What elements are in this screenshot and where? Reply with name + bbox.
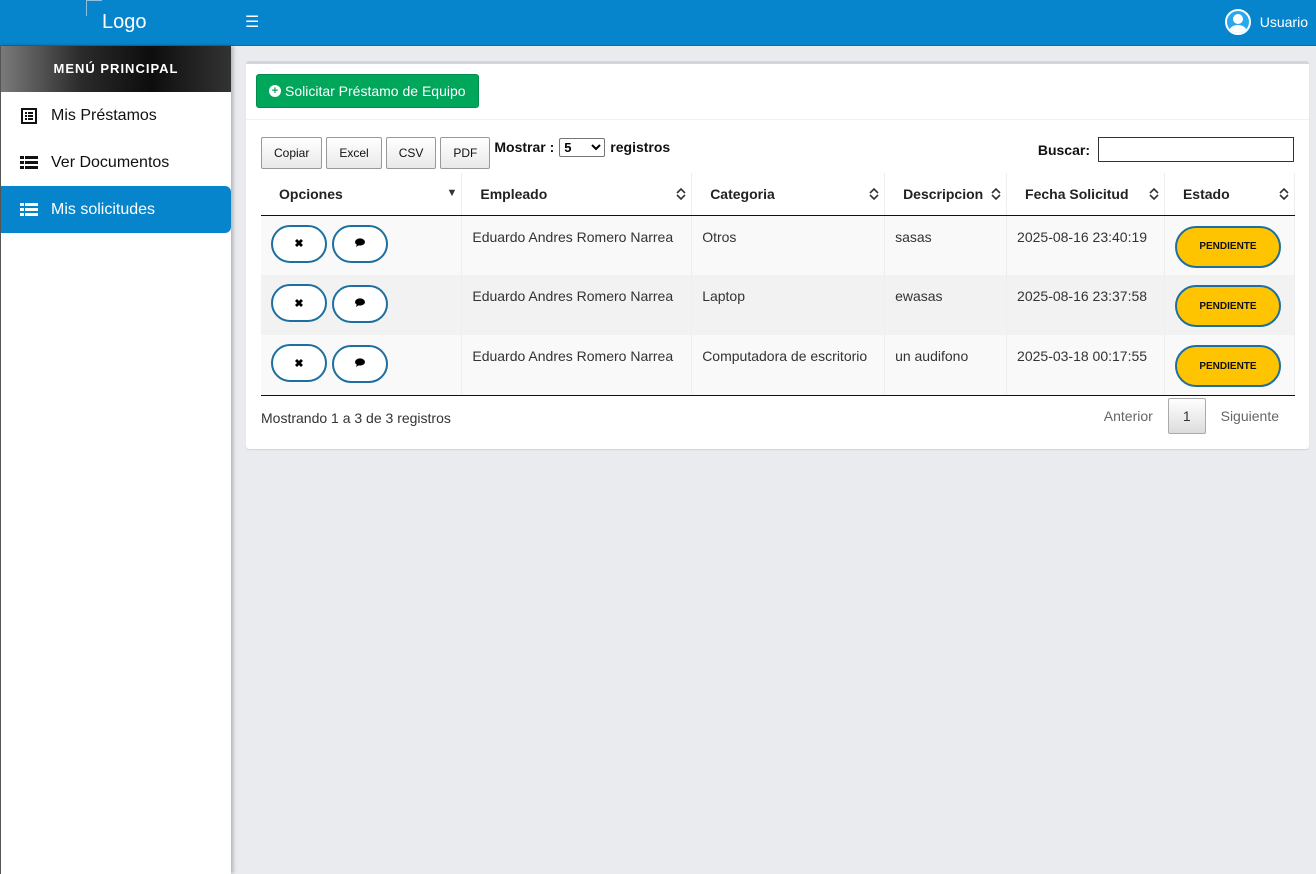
categoria-cell: Laptop <box>691 275 886 335</box>
estado-cell: PENDIENTE <box>1164 335 1296 396</box>
sidebar-title: MENÚ PRINCIPAL <box>1 46 231 92</box>
excel-button[interactable]: Excel <box>326 137 382 169</box>
comment-button[interactable] <box>331 284 388 323</box>
user-menu[interactable]: Usuario <box>1224 9 1308 35</box>
categoria-cell: Otros <box>691 215 886 275</box>
estado-cell: PENDIENTE <box>1164 215 1296 275</box>
pagination: Anterior 1 Siguiente <box>1089 398 1294 434</box>
plus-circle-icon: + <box>269 85 281 97</box>
status-badge[interactable]: PENDIENTE <box>1174 285 1281 327</box>
user-label: Usuario <box>1259 14 1308 30</box>
page-button-current[interactable]: 1 <box>1167 398 1206 434</box>
col-estado[interactable]: Estado <box>1164 173 1296 216</box>
request-loan-label: Solicitar Préstamo de Equipo <box>285 83 466 99</box>
sidebar-item-label: Mis solicitudes <box>51 200 156 218</box>
comment-icon <box>354 357 365 370</box>
logo[interactable]: Logo <box>86 0 236 46</box>
requests-table: Opciones ▼ Empleado Categoria Descripcion… <box>261 173 1296 396</box>
empleado-cell: Eduardo Andres Romero Narrea <box>461 335 693 396</box>
empleado-cell: Eduardo Andres Romero Narrea <box>461 215 693 275</box>
cancel-request-button[interactable]: ✖ <box>271 284 327 322</box>
descripcion-cell: ewasas <box>884 275 1008 335</box>
list-icon <box>20 201 38 219</box>
sort-icon <box>868 186 880 203</box>
user-circle-icon <box>1224 9 1251 35</box>
page-length: Mostrar : 5 registros <box>494 137 670 157</box>
table-toolbar: Copiar Excel CSV PDF Mostrar : 5 registr… <box>261 137 670 169</box>
search-box: Buscar: <box>1038 137 1294 162</box>
fecha-cell: 2025-03-18 00:17:55 <box>1006 335 1165 396</box>
comment-button[interactable] <box>331 344 388 383</box>
pdf-button[interactable]: PDF <box>440 137 491 169</box>
sidebar-item-mis-solicitudes[interactable]: Mis solicitudes <box>1 186 231 233</box>
next-page-button[interactable]: Siguiente <box>1206 398 1294 434</box>
csv-button[interactable]: CSV <box>385 137 437 169</box>
sort-desc-icon: ▼ <box>446 187 458 199</box>
list-icon <box>20 154 38 172</box>
options-cell: ✖ <box>261 215 463 275</box>
sidebar-item-label: Mis Préstamos <box>51 106 157 124</box>
col-opciones[interactable]: Opciones ▼ <box>261 173 463 216</box>
sort-icon <box>1148 186 1160 203</box>
col-empleado[interactable]: Empleado <box>461 173 693 216</box>
sort-icon <box>990 186 1002 203</box>
search-label: Buscar: <box>1037 141 1090 158</box>
comment-button[interactable] <box>331 225 388 263</box>
comment-icon <box>354 238 365 250</box>
broken-image-icon <box>86 0 102 16</box>
cancel-request-button[interactable]: ✖ <box>271 344 327 382</box>
categoria-cell: Computadora de escritorio <box>691 335 886 396</box>
close-icon: ✖ <box>294 297 304 310</box>
previous-page-button[interactable]: Anterior <box>1089 398 1168 434</box>
logo-alt-text: Logo <box>102 11 147 33</box>
table-row: ✖ Eduardo Andres Romero Narrea Otros sas… <box>261 215 1296 275</box>
hamburger-icon[interactable]: ☰ <box>245 12 259 32</box>
options-cell: ✖ <box>261 275 463 335</box>
cancel-request-button[interactable]: ✖ <box>271 224 327 263</box>
page-length-select[interactable]: 5 <box>559 137 606 157</box>
sort-icon <box>1278 186 1290 203</box>
col-categoria[interactable]: Categoria <box>691 173 886 216</box>
sidebar-item-ver-documentos[interactable]: Ver Documentos <box>1 139 231 186</box>
table-row: ✖ Eduardo Andres Romero Narrea Laptop ew… <box>261 275 1296 335</box>
col-fecha-solicitud[interactable]: Fecha Solicitud <box>1006 173 1165 216</box>
search-input[interactable] <box>1098 137 1294 162</box>
sort-icon <box>675 186 687 203</box>
top-navbar: Logo ☰ Usuario <box>0 0 1316 46</box>
sidebar-item-label: Ver Documentos <box>51 153 170 171</box>
list-alt-icon <box>20 107 38 125</box>
comment-icon <box>354 297 365 310</box>
descripcion-cell: sasas <box>884 215 1008 275</box>
length-label: Mostrar : <box>494 139 555 155</box>
fecha-cell: 2025-08-16 23:40:19 <box>1006 215 1165 275</box>
close-icon: ✖ <box>294 238 304 250</box>
fecha-cell: 2025-08-16 23:37:58 <box>1006 275 1165 335</box>
table-info: Mostrando 1 a 3 de 3 registros <box>261 410 451 426</box>
descripcion-cell: un audifono <box>884 335 1008 396</box>
options-cell: ✖ <box>261 335 463 396</box>
sidebar: MENÚ PRINCIPAL Mis Préstamos Ver Documen… <box>0 46 231 874</box>
table-row: ✖ Eduardo Andres Romero Narrea Computado… <box>261 335 1296 396</box>
sidebar-item-mis-prestamos[interactable]: Mis Préstamos <box>1 92 231 139</box>
close-icon: ✖ <box>294 357 304 370</box>
request-loan-button[interactable]: + Solicitar Préstamo de Equipo <box>256 74 479 108</box>
table-header-row: Opciones ▼ Empleado Categoria Descripcion… <box>261 173 1296 216</box>
empleado-cell: Eduardo Andres Romero Narrea <box>461 275 693 335</box>
status-badge[interactable]: PENDIENTE <box>1174 345 1281 387</box>
length-suffix: registros <box>610 139 671 155</box>
status-badge[interactable]: PENDIENTE <box>1174 225 1281 268</box>
estado-cell: PENDIENTE <box>1164 275 1296 335</box>
col-descripcion[interactable]: Descripcion <box>884 173 1008 216</box>
panel-header: + Solicitar Préstamo de Equipo <box>246 64 1309 120</box>
content-panel: + Solicitar Préstamo de Equipo Copiar Ex… <box>246 61 1309 449</box>
copy-button[interactable]: Copiar <box>261 137 323 169</box>
